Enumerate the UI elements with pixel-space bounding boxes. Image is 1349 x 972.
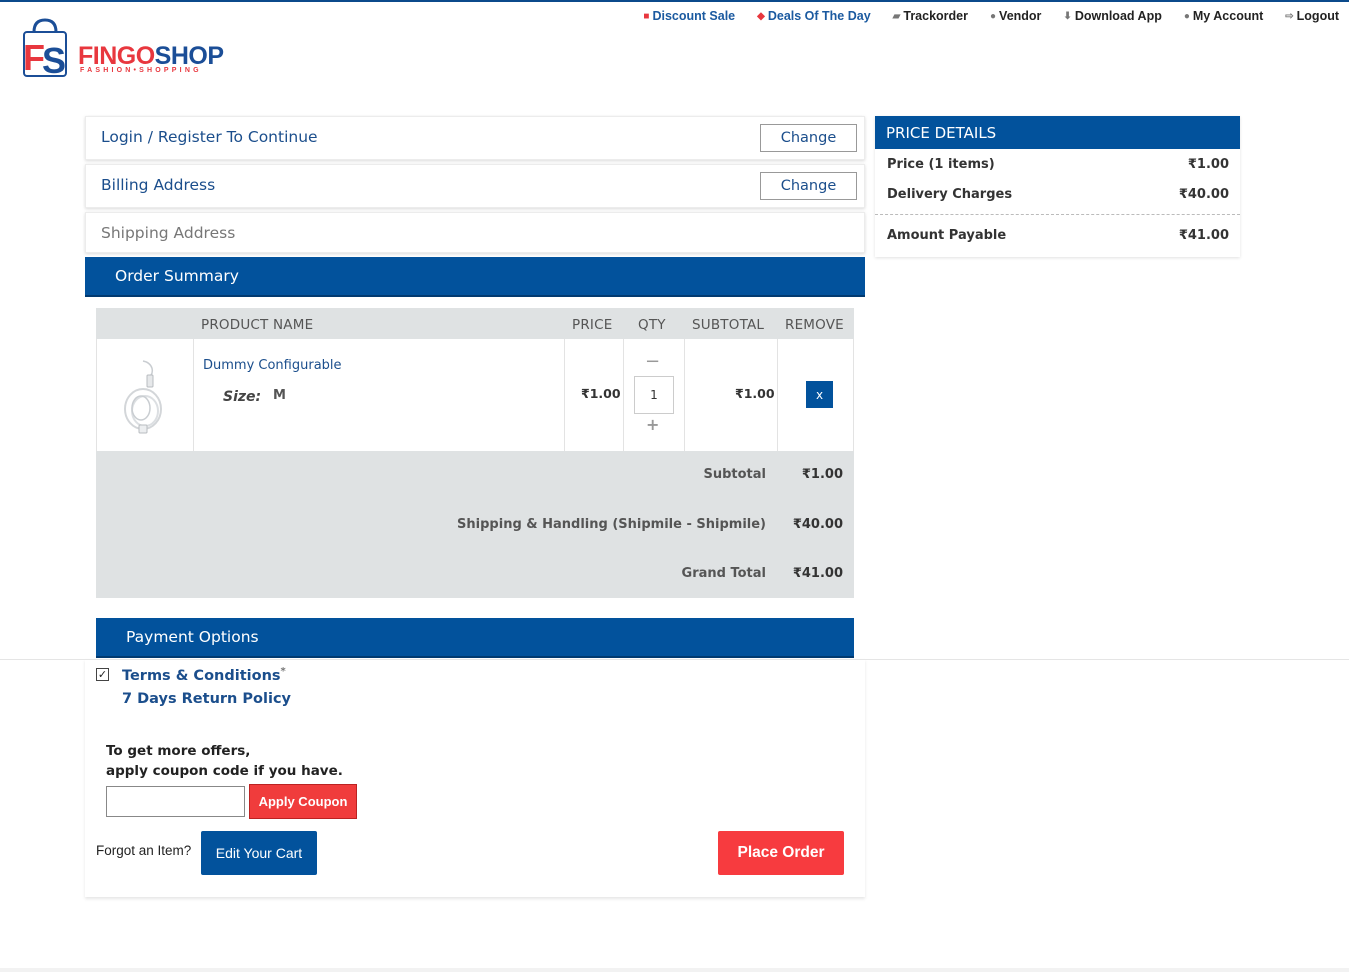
nav-discount-sale[interactable]: ■ Discount Sale: [643, 9, 735, 23]
qty-input[interactable]: 1: [634, 376, 674, 414]
product-thumbnail[interactable]: [113, 353, 173, 437]
login-step-title: Login / Register To Continue: [101, 128, 318, 146]
shipping-step: Shipping Address: [85, 212, 865, 253]
logo-monogram-icon: F S: [23, 18, 67, 78]
price-details-title: PRICE DETAILS: [875, 116, 1240, 149]
truck-icon: ▰: [892, 10, 901, 22]
coupon-code-input[interactable]: [106, 786, 245, 817]
footer-divider: [0, 968, 1349, 972]
top-navigation: ■ Discount Sale ◆ Deals Of The Day ▰ Tracko…: [621, 9, 1339, 23]
order-table-header: PRODUCT NAME PRICE QTY SUBTOTAL REMOVE: [96, 308, 854, 339]
place-order-button[interactable]: Place Order: [718, 831, 844, 875]
user-icon: ●: [1183, 10, 1190, 22]
forgot-item-text: Forgot an Item?: [96, 843, 192, 858]
billing-change-button[interactable]: Change: [760, 172, 857, 200]
divider: [0, 659, 1349, 660]
price-items-value: ₹1.00: [1187, 157, 1229, 172]
col-product-name: PRODUCT NAME: [201, 317, 314, 333]
logout-icon: ⇨: [1285, 10, 1294, 22]
amount-payable-value: ₹41.00: [1178, 228, 1229, 243]
qty-decrease-button[interactable]: −: [645, 351, 660, 372]
price-details-panel: PRICE DETAILS Price (1 items) ₹1.00 Deli…: [875, 116, 1240, 257]
col-subtotal: SUBTOTAL: [692, 317, 765, 333]
item-subtotal: ₹1.00: [735, 386, 775, 401]
logo-tagline: FASHION•SHOPPING: [80, 67, 202, 74]
subtotal-value: ₹1.00: [801, 467, 843, 482]
table-row: Dummy Configurable Size: M ₹1.00 − 1 + ₹…: [96, 339, 854, 451]
nav-trackorder[interactable]: ▰ Trackorder: [893, 9, 968, 23]
qty-increase-button[interactable]: +: [646, 415, 659, 434]
login-step: Login / Register To Continue Change: [85, 116, 865, 160]
coupon-prompt: To get more offers, apply coupon code if…: [106, 743, 343, 779]
nav-download-app[interactable]: ⬇ Download App: [1063, 9, 1161, 23]
nav-vendor[interactable]: ● Vendor: [990, 9, 1041, 23]
billing-step-title: Billing Address: [101, 176, 216, 194]
item-price: ₹1.00: [581, 386, 621, 401]
return-policy-link[interactable]: 7 Days Return Policy: [122, 691, 291, 707]
edit-cart-button[interactable]: Edit Your Cart: [201, 831, 317, 875]
nav-logout[interactable]: ⇨ Logout: [1285, 9, 1339, 23]
shipping-step-title: Shipping Address: [101, 224, 236, 242]
remove-item-button[interactable]: x: [806, 381, 833, 408]
grand-total-label: Grand Total: [681, 566, 766, 581]
col-remove: REMOVE: [785, 317, 844, 333]
product-name-link[interactable]: Dummy Configurable: [203, 358, 342, 373]
download-icon: ⬇: [1063, 10, 1072, 22]
users-icon: ●: [990, 10, 997, 22]
apply-coupon-button[interactable]: Apply Coupon: [249, 784, 357, 819]
shipping-value: ₹40.00: [792, 517, 843, 532]
terms-conditions-link[interactable]: Terms & Conditions*: [122, 666, 286, 684]
login-change-button[interactable]: Change: [760, 124, 857, 152]
gift-icon: ■: [643, 10, 650, 22]
amount-payable-label: Amount Payable: [887, 228, 1007, 243]
order-totals: Subtotal ₹1.00 Shipping & Handling (Ship…: [96, 451, 854, 598]
grand-total-value: ₹41.00: [792, 566, 843, 581]
svg-text:S: S: [42, 40, 66, 78]
col-price: PRICE: [572, 317, 613, 333]
subtotal-label: Subtotal: [703, 467, 766, 482]
nav-deals-of-the-day[interactable]: ◆ Deals Of The Day: [757, 9, 871, 23]
price-items-label: Price (1 items): [887, 157, 995, 172]
payment-options-header: Payment Options: [96, 618, 854, 658]
billing-step: Billing Address Change: [85, 164, 865, 208]
tag-icon: ◆: [757, 10, 765, 22]
size-value: M: [273, 388, 286, 403]
nav-my-account[interactable]: ● My Account: [1184, 9, 1263, 23]
top-accent-bar: [0, 0, 1349, 2]
size-label: Size:: [223, 389, 262, 405]
site-logo[interactable]: F S FINGOSHOP FASHION•SHOPPING: [20, 16, 235, 82]
delivery-charges-value: ₹40.00: [1178, 187, 1229, 202]
terms-checkbox[interactable]: ✓: [96, 668, 109, 681]
price-divider: [875, 214, 1240, 215]
shipping-label: Shipping & Handling (Shipmile - Shipmile…: [457, 517, 766, 532]
delivery-charges-label: Delivery Charges: [887, 187, 1013, 202]
order-summary-header: Order Summary: [85, 257, 865, 297]
col-qty: QTY: [638, 317, 666, 333]
